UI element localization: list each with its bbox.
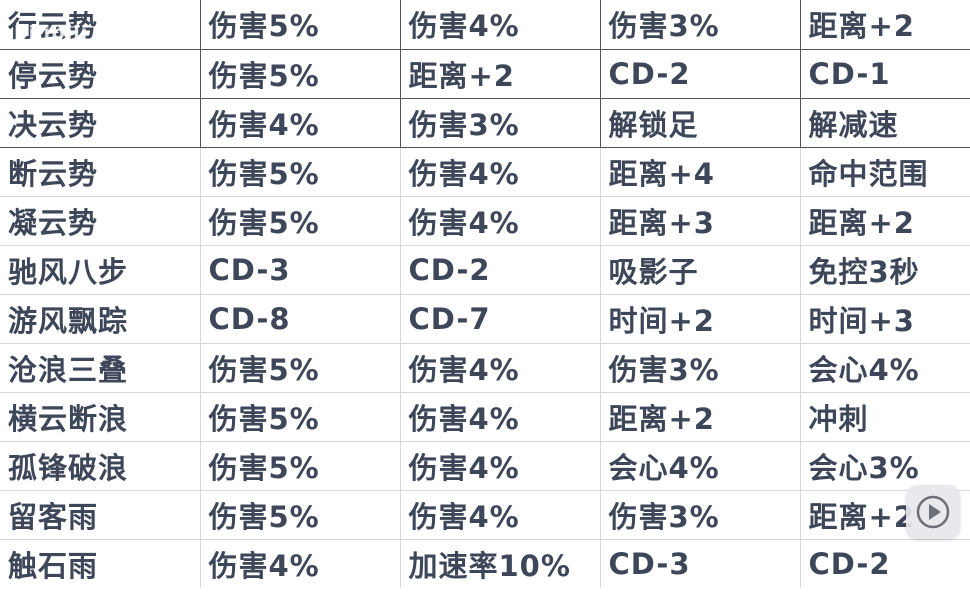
effect-cell: CD-3 — [200, 245, 401, 295]
skill-name-cell: 决云势 — [0, 98, 201, 148]
table-row: 断云势 伤害5% 伤害4% 距离+4 命中范围 — [0, 147, 970, 197]
effect-cell: 距离+2 — [800, 196, 970, 246]
effect-cell: 距离+3 — [600, 196, 801, 246]
effect-cell: 冲刺 — [800, 392, 970, 442]
skill-name-cell: 凝云势 — [0, 196, 201, 246]
effect-cell: 解减速 — [800, 98, 970, 148]
effect-cell: 伤害3% — [400, 98, 601, 148]
play-icon — [916, 495, 950, 529]
table-row: 横云断浪 伤害5% 伤害4% 距离+2 冲刺 — [0, 392, 970, 442]
effect-cell: 解锁足 — [600, 98, 801, 148]
effect-cell: 伤害3% — [600, 490, 801, 540]
effect-cell: 伤害5% — [200, 49, 401, 99]
effect-cell: 伤害3% — [600, 343, 801, 393]
table-row: 触石雨 伤害4% 加速率10% CD-3 CD-2 — [0, 539, 970, 588]
effect-cell: 时间+3 — [800, 294, 970, 344]
skill-table-body: 行云势 伤害5% 伤害4% 伤害3% 距离+2 停云势 伤害5% 距离+2 CD-2 CD-1 决云… — [0, 0, 970, 588]
effect-cell: 时间+2 — [600, 294, 801, 344]
skill-name-cell: 驰风八步 — [0, 245, 201, 295]
effect-cell: CD-8 — [200, 294, 401, 344]
effect-cell: 伤害4% — [400, 441, 601, 491]
skill-name-cell: 留客雨 — [0, 490, 201, 540]
skill-name-cell: 横云断浪 — [0, 392, 201, 442]
effect-cell: 距离+2 — [800, 0, 970, 50]
effect-cell: 会心3% — [800, 441, 970, 491]
skill-name-cell: 孤锋破浪 — [0, 441, 201, 491]
effect-cell: 吸影子 — [600, 245, 801, 295]
table-row: 凝云势 伤害5% 伤害4% 距离+3 距离+2 — [0, 196, 970, 246]
table-row: 游风飘踪 CD-8 CD-7 时间+2 时间+3 — [0, 294, 970, 344]
table-row: 留客雨 伤害5% 伤害4% 伤害3% 距离+2 — [0, 490, 970, 540]
effect-cell: CD-1 — [800, 49, 970, 99]
effect-cell: 伤害4% — [400, 196, 601, 246]
effect-cell: 伤害5% — [200, 196, 401, 246]
effect-cell: 伤害5% — [200, 392, 401, 442]
effect-cell: 会心4% — [800, 343, 970, 393]
effect-cell: 伤害4% — [400, 0, 601, 50]
effect-cell: 命中范围 — [800, 147, 970, 197]
table-row: 行云势 伤害5% 伤害4% 伤害3% 距离+2 — [0, 0, 970, 50]
effect-cell: 伤害5% — [200, 343, 401, 393]
skill-name-cell: 沧浪三叠 — [0, 343, 201, 393]
effect-cell: 伤害4% — [200, 98, 401, 148]
effect-cell: CD-2 — [808, 546, 891, 581]
skill-name-cell: 行云势 — [0, 0, 201, 50]
effect-cell: CD-3 — [600, 539, 801, 588]
effect-cell: 会心4% — [600, 441, 801, 491]
skill-table: 行云势 伤害5% 伤害4% 伤害3% 距离+2 停云势 伤害5% 距离+2 CD-2 CD-1 决云… — [0, 0, 970, 588]
effect-cell: 伤害4% — [400, 147, 601, 197]
effect-cell: 伤害3% — [600, 0, 801, 50]
skill-name-cell: 触石雨 — [0, 539, 201, 588]
effect-cell: CD-2 — [400, 245, 601, 295]
effect-cell: 伤害4% — [400, 490, 601, 540]
effect-cell: 伤害4% — [400, 392, 601, 442]
skill-name-cell: 断云势 — [0, 147, 201, 197]
effect-cell: 伤害4% — [400, 343, 601, 393]
table-row: 孤锋破浪 伤害5% 伤害4% 会心4% 会心3% — [0, 441, 970, 491]
effect-cell: 加速率10% — [400, 539, 601, 588]
effect-cell: 伤害5% — [200, 0, 401, 50]
effect-cell: 免控3秒 — [800, 245, 970, 295]
table-row: 决云势 伤害4% 伤害3% 解锁足 解减速 — [0, 98, 970, 148]
effect-cell: 伤害5% — [200, 441, 401, 491]
effect-cell: 距离+2 — [600, 392, 801, 442]
effect-cell: 伤害4% — [200, 539, 401, 588]
table-row: 停云势 伤害5% 距离+2 CD-2 CD-1 — [0, 49, 970, 99]
effect-cell: CD-2 — [600, 49, 801, 99]
effect-cell: CD-7 — [400, 294, 601, 344]
table-row: 沧浪三叠 伤害5% 伤害4% 伤害3% 会心4% — [0, 343, 970, 393]
skill-name-cell: 游风飘踪 — [0, 294, 201, 344]
skill-name-cell: 停云势 — [0, 49, 201, 99]
table-row: 驰风八步 CD-3 CD-2 吸影子 免控3秒 — [0, 245, 970, 295]
effect-cell: 伤害5% — [200, 490, 401, 540]
effect-cell: 距离+4 — [600, 147, 801, 197]
skill-table-sheet: 行云势 伤害5% 伤害4% 伤害3% 距离+2 停云势 伤害5% 距离+2 CD-2 CD-1 决云… — [0, 0, 970, 595]
effect-cell: 伤害5% — [200, 147, 401, 197]
play-button[interactable] — [906, 485, 960, 539]
effect-cell: 距离+2 — [400, 49, 601, 99]
